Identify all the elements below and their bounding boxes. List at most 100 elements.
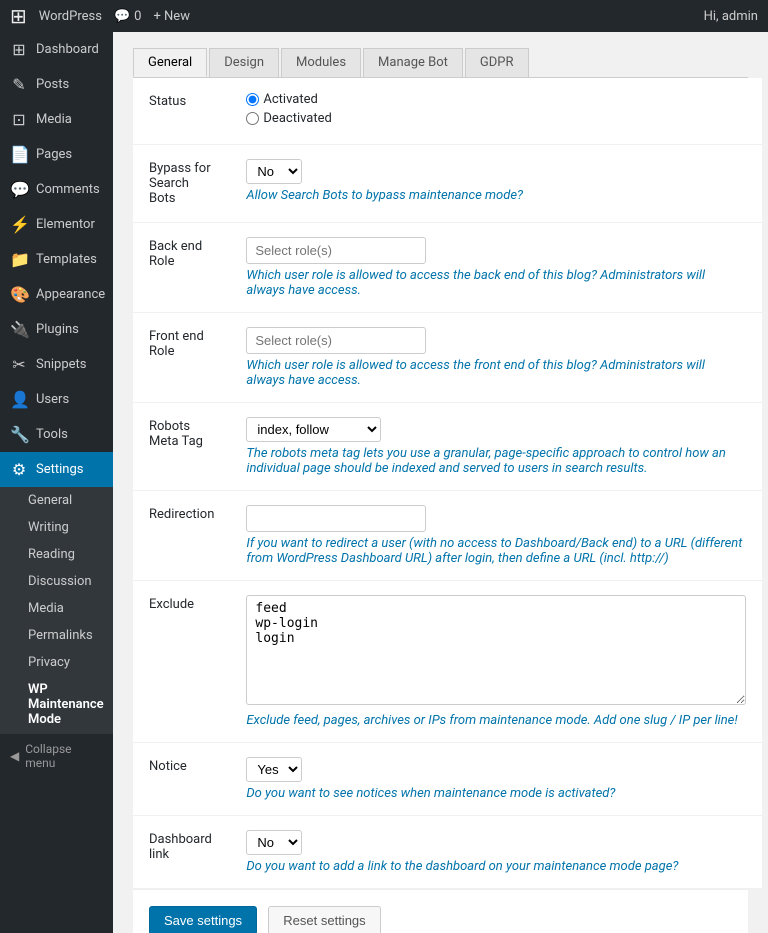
redirection-input[interactable]: [246, 505, 426, 532]
dashboard-link-row: Dashboard link No Yes Do you want to add…: [133, 816, 762, 889]
status-deactivated-radio[interactable]: [246, 112, 259, 125]
robots-meta-label: Robots Meta Tag: [133, 403, 230, 491]
sidebar-label-appearance: Appearance: [36, 287, 105, 302]
user-greeting[interactable]: Hi, admin: [704, 9, 758, 24]
status-row: Status Activated Deactivated: [133, 78, 762, 145]
tab-general[interactable]: General: [133, 48, 207, 77]
sidebar-item-media[interactable]: ⊡ Media: [0, 102, 113, 137]
sidebar-item-pages[interactable]: 📄 Pages: [0, 137, 113, 172]
notice-select[interactable]: Yes No: [246, 757, 302, 782]
sidebar-item-users[interactable]: 👤 Users: [0, 382, 113, 417]
dashboard-link-select[interactable]: No Yes: [246, 830, 302, 855]
sidebar-label-media: Media: [36, 112, 72, 127]
settings-icon: ⚙: [10, 460, 28, 479]
notice-cell: Yes No Do you want to see notices when m…: [230, 743, 762, 816]
exclude-description: Exclude feed, pages, archives or IPs fro…: [246, 713, 746, 728]
save-settings-button[interactable]: Save settings: [149, 906, 257, 933]
submenu-item-wp-maintenance-mode[interactable]: WP Maintenance Mode: [0, 676, 113, 733]
site-name[interactable]: WordPress: [39, 9, 102, 24]
sidebar-item-dashboard[interactable]: ⊞ Dashboard: [0, 32, 113, 67]
comments-icon: 💬: [10, 180, 28, 199]
submenu-item-general[interactable]: General: [0, 487, 113, 514]
redirection-label: Redirection: [133, 491, 230, 581]
tab-modules[interactable]: Modules: [281, 48, 361, 77]
backend-role-description: Which user role is allowed to access the…: [246, 268, 746, 298]
dashboard-icon: ⊞: [10, 40, 28, 59]
submenu-item-privacy[interactable]: Privacy: [0, 649, 113, 676]
tab-manage-bot[interactable]: Manage Bot: [363, 48, 463, 77]
tab-gdpr[interactable]: GDPR: [465, 48, 529, 77]
settings-form-table: Status Activated Deactivated: [133, 78, 762, 889]
posts-icon: ✎: [10, 75, 28, 94]
sidebar-label-dashboard: Dashboard: [36, 42, 99, 57]
tools-icon: 🔧: [10, 425, 28, 444]
frontend-role-row: Front end Role Which user role is allowe…: [133, 313, 762, 403]
submenu-item-discussion[interactable]: Discussion: [0, 568, 113, 595]
dashboard-link-cell: No Yes Do you want to add a link to the …: [230, 816, 762, 889]
admin-bar: ⊞ WordPress 💬 0 + New Hi, admin: [0, 0, 768, 32]
exclude-cell: feed wp-login login Exclude feed, pages,…: [230, 581, 762, 743]
users-icon: 👤: [10, 390, 28, 409]
frontend-role-description: Which user role is allowed to access the…: [246, 358, 746, 388]
bypass-bots-label: Bypass for Search Bots: [133, 145, 230, 223]
sidebar-item-snippets[interactable]: ✂ Snippets: [0, 347, 113, 382]
sidebar-label-templates: Templates: [36, 252, 97, 267]
templates-icon: 📁: [10, 250, 28, 269]
frontend-role-label: Front end Role: [133, 313, 230, 403]
comments-link[interactable]: 💬 0: [114, 9, 142, 24]
sidebar-item-plugins[interactable]: 🔌 Plugins: [0, 312, 113, 347]
sidebar-label-posts: Posts: [36, 77, 69, 92]
robots-meta-description: The robots meta tag lets you use a granu…: [246, 446, 746, 476]
snippets-icon: ✂: [10, 355, 28, 374]
frontend-role-input[interactable]: [246, 327, 426, 354]
redirection-row: Redirection If you want to redirect a us…: [133, 491, 762, 581]
settings-submenu: General Writing Reading Discussion Media…: [0, 487, 113, 733]
sidebar-item-comments[interactable]: 💬 Comments: [0, 172, 113, 207]
exclude-label: Exclude: [133, 581, 230, 743]
notice-label: Notice: [133, 743, 230, 816]
sidebar-label-tools: Tools: [36, 427, 68, 442]
status-cell: Activated Deactivated: [230, 78, 762, 145]
backend-role-cell: Which user role is allowed to access the…: [230, 223, 762, 313]
pages-icon: 📄: [10, 145, 28, 164]
media-icon: ⊡: [10, 110, 28, 129]
sidebar-label-snippets: Snippets: [36, 357, 87, 372]
new-content-link[interactable]: + New: [153, 9, 190, 24]
comment-icon: 💬: [114, 9, 130, 24]
robots-meta-select[interactable]: index, follow noindex, nofollow noindex,…: [246, 417, 381, 442]
sidebar-label-users: Users: [36, 392, 69, 407]
sidebar-item-posts[interactable]: ✎ Posts: [0, 67, 113, 102]
sidebar-item-appearance[interactable]: 🎨 Appearance: [0, 277, 113, 312]
sidebar-item-elementor[interactable]: ⚡ Elementor: [0, 207, 113, 242]
robots-meta-cell: index, follow noindex, nofollow noindex,…: [230, 403, 762, 491]
backend-role-row: Back end Role Which user role is allowed…: [133, 223, 762, 313]
bypass-bots-description: Allow Search Bots to bypass maintenance …: [246, 188, 746, 203]
tab-design[interactable]: Design: [209, 48, 279, 77]
sidebar-item-tools[interactable]: 🔧 Tools: [0, 417, 113, 452]
robots-meta-row: Robots Meta Tag index, follow noindex, n…: [133, 403, 762, 491]
main-content: General Design Modules Manage Bot GDPR S…: [113, 32, 768, 933]
submenu-item-media[interactable]: Media: [0, 595, 113, 622]
bypass-bots-select[interactable]: No Yes: [246, 159, 302, 184]
frontend-role-cell: Which user role is allowed to access the…: [230, 313, 762, 403]
dashboard-link-label: Dashboard link: [133, 816, 230, 889]
status-activated-radio[interactable]: [246, 93, 259, 106]
status-deactivated-label: Deactivated: [263, 111, 331, 126]
wp-logo-icon: ⊞: [10, 4, 27, 28]
collapse-icon: ◀: [10, 749, 19, 763]
reset-settings-button[interactable]: Reset settings: [268, 906, 380, 933]
submenu-item-reading[interactable]: Reading: [0, 541, 113, 568]
sidebar-label-pages: Pages: [36, 147, 72, 162]
backend-role-label: Back end Role: [133, 223, 230, 313]
submenu-item-writing[interactable]: Writing: [0, 514, 113, 541]
sidebar-item-templates[interactable]: 📁 Templates: [0, 242, 113, 277]
sidebar-label-elementor: Elementor: [36, 217, 95, 232]
backend-role-input[interactable]: [246, 237, 426, 264]
status-label: Status: [133, 78, 230, 145]
comments-count: 0: [134, 9, 141, 24]
collapse-menu-button[interactable]: ◀ Collapse menu: [0, 733, 113, 778]
plugins-icon: 🔌: [10, 320, 28, 339]
sidebar-item-settings[interactable]: ⚙ Settings: [0, 452, 113, 487]
submenu-item-permalinks[interactable]: Permalinks: [0, 622, 113, 649]
exclude-textarea[interactable]: feed wp-login login: [246, 595, 746, 705]
